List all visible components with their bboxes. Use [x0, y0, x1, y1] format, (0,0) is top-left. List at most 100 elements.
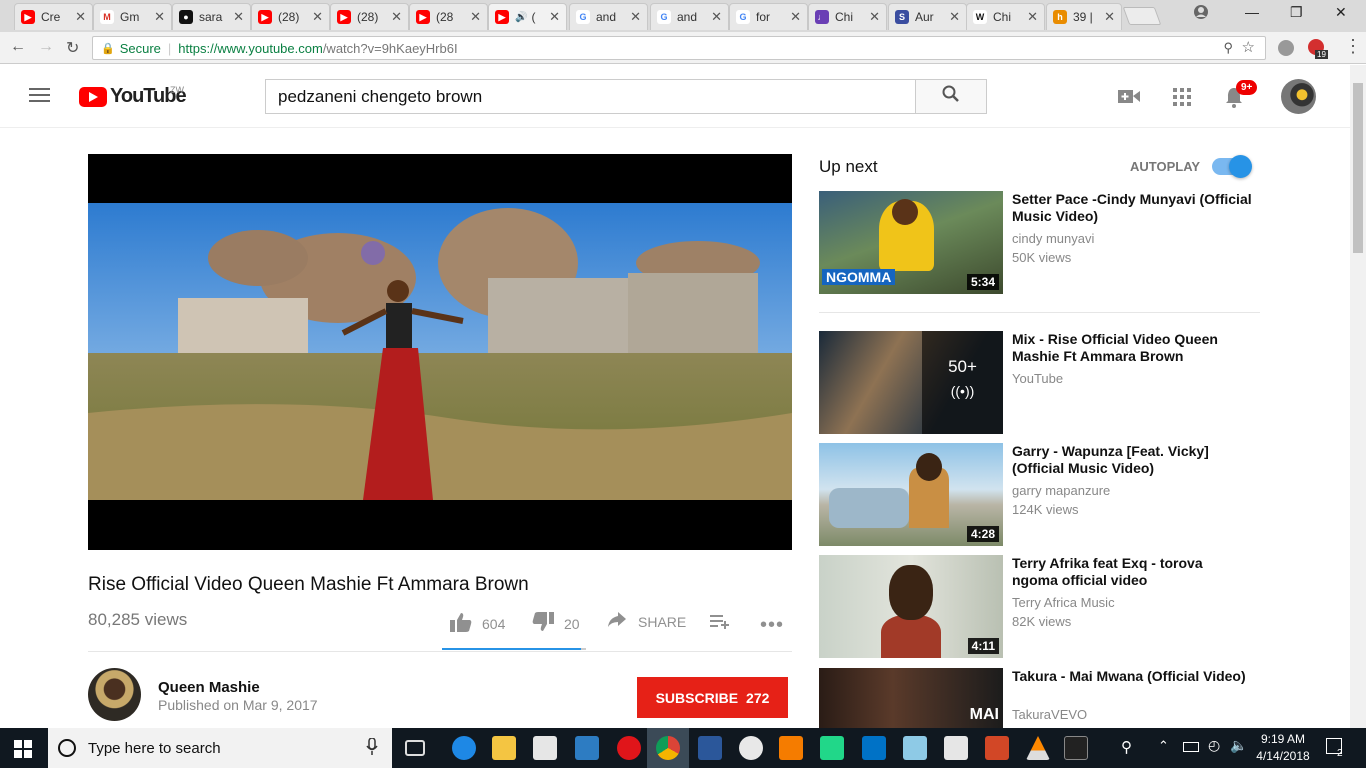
profile-icon[interactable]	[1193, 4, 1209, 23]
browser-tab[interactable]: Gand ✕	[650, 3, 729, 30]
like-button[interactable]: 604	[450, 612, 505, 635]
zoom-icon[interactable]: ⚲	[1223, 40, 1233, 56]
clock[interactable]: 9:19 AM 4/14/2018	[1252, 731, 1314, 765]
outlook-icon[interactable]	[862, 736, 886, 760]
tab-close-icon[interactable]: ✕	[790, 9, 801, 25]
apps-grid-icon[interactable]	[1173, 88, 1191, 111]
tab-close-icon[interactable]: ✕	[630, 9, 641, 25]
forward-icon[interactable]: →	[38, 38, 54, 56]
video-thumbnail[interactable]: 4:11	[819, 555, 1003, 658]
bookmark-star-icon[interactable]: ☆	[1242, 38, 1255, 56]
browser-tab[interactable]: M Gm ✕	[93, 3, 172, 30]
browser-tab[interactable]: Gand ✕	[569, 3, 648, 30]
paint-icon[interactable]	[739, 736, 763, 760]
add-to-playlist-icon[interactable]	[710, 615, 730, 634]
windows-start-icon[interactable]	[14, 740, 32, 763]
new-tab-button[interactable]	[1122, 7, 1162, 25]
tab-close-icon[interactable]: ✕	[1104, 9, 1115, 25]
browser-tab[interactable]: W Chi ✕	[966, 3, 1045, 30]
address-bar[interactable]: 🔒 Secure | https://www.youtube.com/watch…	[92, 36, 1266, 60]
channel-avatar[interactable]	[88, 668, 141, 721]
opera-icon[interactable]	[617, 736, 641, 760]
battery-icon[interactable]	[1183, 742, 1199, 752]
search-input[interactable]: pedzaneni chengeto brown	[265, 79, 916, 114]
up-next-item[interactable]: MAI Takura - Mai Mwana (Official Video) …	[819, 668, 1259, 728]
chrome-icon[interactable]	[656, 736, 680, 760]
volume-icon[interactable]: 🔈	[1230, 737, 1247, 754]
pycharm-icon[interactable]	[820, 736, 844, 760]
tab-close-icon[interactable]: ✕	[949, 9, 960, 25]
video-title[interactable]: Terry Afrika feat Exq - torova ngoma off…	[1012, 555, 1252, 589]
terminal-icon[interactable]	[1064, 736, 1088, 760]
app-icon[interactable]	[903, 736, 927, 760]
up-next-item[interactable]: NGOMMA 5:34 Setter Pace -Cindy Munyavi (…	[819, 191, 1259, 294]
task-view-icon[interactable]	[405, 740, 425, 756]
browser-tab[interactable]: ▶ (28) ✕	[330, 3, 409, 30]
browser-tab[interactable]: ▶ 🔊 (✕	[488, 3, 567, 30]
edge-browser-icon[interactable]	[452, 736, 476, 760]
browser-tab[interactable]: ● sara ✕	[172, 3, 251, 30]
taskbar-search-box[interactable]: Type here to search	[48, 728, 392, 768]
browser-tab[interactable]: h 39 | ✕	[1046, 3, 1122, 30]
chrome-menu-icon[interactable]: ⋮	[1344, 36, 1362, 57]
tab-close-icon[interactable]: ✕	[75, 9, 86, 25]
video-thumbnail[interactable]: NGOMMA 5:34	[819, 191, 1003, 294]
autoplay-toggle[interactable]	[1212, 155, 1252, 178]
back-icon[interactable]: ←	[10, 38, 26, 56]
tab-close-icon[interactable]: ✕	[233, 9, 244, 25]
maximize-icon[interactable]: ❐	[1290, 4, 1303, 21]
mail-icon[interactable]	[533, 736, 557, 760]
extension-icon[interactable]	[1278, 40, 1294, 56]
browser-tab[interactable]: Gfor ✕	[729, 3, 808, 30]
tab-close-icon[interactable]: ✕	[549, 9, 560, 25]
audio-playing-icon[interactable]: 🔊	[515, 12, 527, 23]
tab-close-icon[interactable]: ✕	[312, 9, 323, 25]
channel-name[interactable]: Queen Mashie	[158, 679, 260, 696]
up-next-item[interactable]: 4:28 Garry - Wapunza [Feat. Vicky] (Offi…	[819, 443, 1259, 546]
reload-icon[interactable]: ↻	[66, 38, 79, 58]
more-actions-icon[interactable]: •••	[760, 614, 784, 637]
dislike-button[interactable]: 20	[532, 612, 580, 635]
scrollbar-thumb[interactable]	[1353, 83, 1363, 253]
video-thumbnail[interactable]: MAI	[819, 668, 1003, 728]
video-title[interactable]: Setter Pace -Cindy Munyavi (Official Mus…	[1012, 191, 1252, 225]
powerpoint-icon[interactable]	[985, 736, 1009, 760]
page-scrollbar[interactable]	[1350, 65, 1366, 728]
wifi-icon[interactable]: ◴	[1208, 737, 1220, 754]
minimize-icon[interactable]: —	[1245, 4, 1259, 20]
close-window-icon[interactable]: ✕	[1335, 4, 1347, 21]
video-title[interactable]: Mix - Rise Official Video Queen Mashie F…	[1012, 331, 1252, 365]
browser-tab[interactable]: S Aur ✕	[888, 3, 967, 30]
tab-close-icon[interactable]: ✕	[869, 9, 880, 25]
upload-video-icon[interactable]	[1118, 89, 1140, 109]
video-player[interactable]	[88, 154, 792, 550]
tab-close-icon[interactable]: ✕	[154, 9, 165, 25]
guide-menu-icon[interactable]	[29, 87, 50, 108]
browser-tab[interactable]: ♩ Chi ✕	[808, 3, 887, 30]
photos-icon[interactable]	[944, 736, 968, 760]
video-thumbnail[interactable]: 50+ ((•))	[819, 331, 1003, 434]
file-explorer-icon[interactable]	[492, 736, 516, 760]
up-next-item[interactable]: 4:11 Terry Afrika feat Exq - torova ngom…	[819, 555, 1259, 658]
microphone-icon[interactable]	[366, 737, 378, 761]
tab-close-icon[interactable]: ✕	[470, 9, 481, 25]
browser-tab[interactable]: ▶ Cre ✕	[14, 3, 93, 30]
browser-tab[interactable]: ▶ (28) ✕	[251, 3, 330, 30]
people-icon[interactable]: ⚲	[1121, 738, 1132, 756]
video-title[interactable]: Takura - Mai Mwana (Official Video)	[1012, 668, 1252, 685]
tab-close-icon[interactable]: ✕	[391, 9, 402, 25]
show-hidden-icons[interactable]: ⌃	[1158, 738, 1169, 754]
vlc-icon[interactable]	[1026, 736, 1050, 760]
up-next-item[interactable]: 50+ ((•)) Mix - Rise Official Video Quee…	[819, 331, 1259, 434]
browser-tab[interactable]: ▶ (28 ✕	[409, 3, 488, 30]
word-icon[interactable]	[698, 736, 722, 760]
video-thumbnail[interactable]: 4:28	[819, 443, 1003, 546]
subscribe-button[interactable]: SUBSCRIBE 272	[637, 677, 788, 718]
app-icon[interactable]	[575, 736, 599, 760]
video-title[interactable]: Garry - Wapunza [Feat. Vicky] (Official …	[1012, 443, 1252, 477]
search-button[interactable]	[915, 79, 987, 114]
sublime-text-icon[interactable]	[779, 736, 803, 760]
share-button[interactable]: SHARE	[608, 612, 686, 631]
tab-close-icon[interactable]: ✕	[1027, 9, 1038, 25]
tab-close-icon[interactable]: ✕	[711, 9, 722, 25]
